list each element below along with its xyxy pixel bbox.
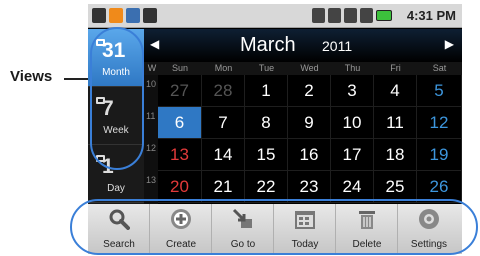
go-to-button[interactable]: Go to [212, 204, 274, 254]
toolbar-button-label: Search [103, 239, 135, 250]
delete-button[interactable]: Delete [336, 204, 398, 254]
signal-icon [360, 8, 373, 23]
week-view-number: 7 [102, 97, 114, 120]
calendar-day-cell[interactable]: 9 [288, 107, 331, 139]
bluetooth-icon [312, 8, 325, 23]
month-view-button[interactable]: 31 Month [88, 29, 144, 87]
settings-icon [418, 208, 440, 230]
calendar-day-cell[interactable]: 16 [288, 139, 331, 171]
calendar-day-cell[interactable]: 20 [158, 171, 202, 203]
weekday-header-week: W [147, 63, 157, 73]
toolbar-button-label: Settings [410, 239, 448, 250]
calendar-day-cell[interactable]: 1 [245, 75, 288, 107]
weekday-header-row: W Sun Mon Tue Wed Thu Fri Sat [144, 62, 462, 75]
day-view-label: Day [107, 183, 125, 194]
weekday-header-sat: Sat [432, 63, 447, 73]
week-number: 10 [146, 79, 157, 89]
calendar-notification-icon [143, 8, 157, 23]
delete-icon [356, 208, 378, 230]
toolbar-button-label: Go to [230, 239, 256, 250]
weekday-header-tue: Tue [258, 63, 275, 73]
weekday-header-wed: Wed [300, 63, 319, 73]
calendar-day-cell[interactable]: 21 [202, 171, 245, 203]
phone-screen: 4:31 PM 31 Month 7 Week 1 Day ◀ March 20… [88, 4, 462, 254]
calendar-day-cell[interactable]: 8 [245, 107, 288, 139]
calendar-day-cell[interactable]: 18 [374, 139, 417, 171]
calendar-day-cell[interactable]: 15 [245, 139, 288, 171]
toolbar-button-label: Today [291, 239, 319, 250]
toolbar-button-label: Create [165, 239, 196, 250]
calendar-day-cell[interactable]: 27 [158, 75, 202, 107]
weekday-header-thu: Thu [344, 63, 361, 73]
today-icon [294, 208, 316, 230]
vibrate-icon [328, 8, 341, 23]
weekday-header-mon: Mon [214, 63, 233, 73]
week-number-column: 10 11 12 13 [144, 75, 158, 204]
calendar-day-cell[interactable]: 14 [202, 139, 245, 171]
month-view-label: Month [102, 67, 130, 78]
calendar-day-cell[interactable]: 2 [288, 75, 331, 107]
month-title: March [240, 34, 296, 56]
create-button[interactable]: Create [150, 204, 212, 254]
views-callout-label: Views [10, 68, 53, 85]
create-icon [170, 208, 192, 230]
week-number: 12 [146, 143, 157, 153]
calendar-day-cell[interactable]: 3 [331, 75, 374, 107]
calendar-day-cell[interactable]: 25 [374, 171, 417, 203]
previous-month-icon[interactable]: ◀ [150, 37, 159, 51]
calendar-month-view: ◀ March 2011 ▶ W Sun Mon Tue Wed Thu Fri Sat 10… [144, 29, 462, 204]
calendar-day-cell[interactable]: 12 [417, 107, 462, 139]
settings-button[interactable]: Settings [398, 204, 462, 254]
year-title: 2011 [322, 38, 353, 54]
status-bar: 4:31 PM [88, 4, 462, 28]
week-view-label: Week [103, 125, 129, 136]
notification-icon [109, 8, 123, 23]
calendar-day-cell[interactable]: 19 [417, 139, 462, 171]
week-view-button[interactable]: 7 Week [88, 87, 144, 145]
calendar-day-cell[interactable]: 5 [417, 75, 462, 107]
calendar-day-cell[interactable]: 13 [158, 139, 202, 171]
3g-icon [344, 8, 357, 23]
month-view-number: 31 [102, 39, 126, 62]
usb-icon [126, 8, 140, 23]
week-number: 13 [146, 175, 157, 185]
search-icon [108, 208, 130, 230]
views-callout-line [64, 78, 90, 80]
weekday-header-fri: Fri [390, 63, 401, 73]
next-month-icon[interactable]: ▶ [445, 37, 454, 51]
battery-icon [376, 10, 392, 21]
calendar-day-cell[interactable]: 26 [417, 171, 462, 203]
calendar-day-cell[interactable]: 17 [331, 139, 374, 171]
calendar-header: ◀ March 2011 ▶ [144, 29, 462, 62]
calendar-day-cell[interactable]: 23 [288, 171, 331, 203]
calendar-day-cell[interactable]: 6 [158, 107, 202, 139]
calendar-day-cell[interactable]: 10 [331, 107, 374, 139]
calendar-day-cell[interactable]: 28 [202, 75, 245, 107]
calendar-day-cell[interactable]: 22 [245, 171, 288, 203]
clock: 4:31 PM [406, 8, 456, 23]
week-number: 11 [146, 111, 156, 121]
voicemail-icon [92, 8, 106, 23]
toolbar-button-label: Delete [352, 239, 382, 250]
goto-icon [232, 208, 254, 230]
calendar-day-cell[interactable]: 24 [331, 171, 374, 203]
bottom-toolbar: Search Create Go to Today Delete Settings [88, 204, 462, 254]
views-sidebar: 31 Month 7 Week 1 Day [88, 29, 144, 204]
weekday-header-sun: Sun [171, 63, 188, 73]
calendar-day-cell[interactable]: 4 [374, 75, 417, 107]
calendar-day-cell[interactable]: 11 [374, 107, 417, 139]
day-view-button[interactable]: 1 Day [88, 145, 144, 203]
search-button[interactable]: Search [88, 204, 150, 254]
day-view-number: 1 [102, 155, 114, 178]
calendar-day-cell[interactable]: 7 [202, 107, 245, 139]
today-button[interactable]: Today [274, 204, 336, 254]
